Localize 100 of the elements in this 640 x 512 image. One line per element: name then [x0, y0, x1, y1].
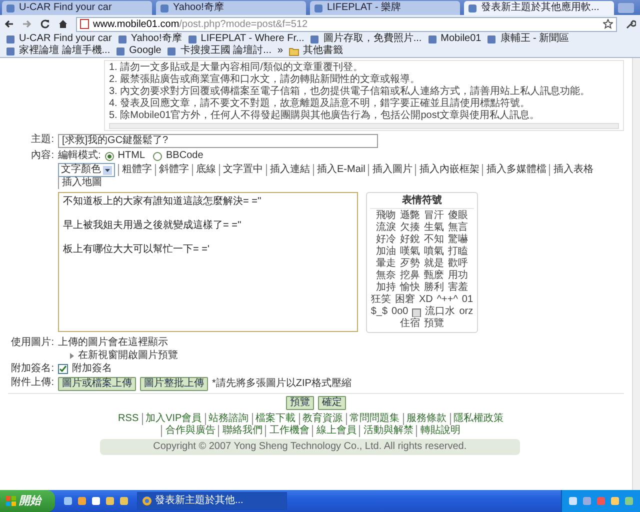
emoticon-link[interactable]: 好銳 — [400, 234, 420, 246]
emoticon-link[interactable]: 飛吻 — [376, 210, 396, 222]
emoticon-link[interactable]: 歡呼 — [448, 258, 468, 270]
upload-button[interactable]: 圖片或檔案上傳 — [58, 377, 136, 391]
footer-link[interactable]: 活動與解禁 — [359, 425, 414, 437]
subject-field[interactable]: [求救]我的GC鍵盤鬆了? — [58, 134, 378, 148]
footer-link[interactable]: 線上會員 — [312, 425, 356, 437]
toolbar-link[interactable]: 文字置中 — [219, 164, 263, 176]
emoticon-link[interactable]: 住宿 — [400, 318, 420, 330]
bookmark[interactable]: 康輔王 - 新聞區 — [484, 33, 572, 45]
radio-button[interactable] — [153, 152, 162, 160]
bookmark[interactable]: 家裡論壇 論壇手機... — [3, 45, 114, 57]
footer-link[interactable]: 隱私權政策 — [450, 413, 504, 425]
more-bookmarks-button[interactable]: » — [274, 45, 286, 57]
emoticon-link[interactable]: 欠揍 — [400, 222, 420, 234]
toolbar-link[interactable]: 粗體字 — [118, 164, 152, 176]
footer-link[interactable]: RSS — [118, 413, 139, 425]
toolbar-link[interactable]: 插入地圖 — [58, 177, 102, 189]
emoticon-link[interactable]: 甄麽 — [424, 270, 444, 282]
browser-tab[interactable]: LIFEPLAT - 樂牌 — [310, 1, 460, 15]
radio-button[interactable] — [104, 152, 114, 160]
emoticon-link[interactable]: 傻眼 — [448, 210, 468, 222]
form-button[interactable]: 預覽 — [286, 396, 314, 410]
emoticon-link[interactable]: 嘆氣 — [400, 246, 420, 258]
emoticon-link[interactable]: 預覽 — [424, 318, 444, 330]
address-bar[interactable]: www.mobile01.com/post.php?mode=post&f=512 — [76, 16, 617, 32]
emoticon-link[interactable]: 害羞 — [448, 282, 468, 294]
emoticon-link[interactable]: 愉快 — [400, 282, 420, 294]
checkbox[interactable] — [58, 364, 68, 374]
other-bookmarks[interactable]: 其他書籤 — [286, 45, 346, 57]
form-button[interactable]: 確定 — [318, 396, 346, 410]
emoticon-link[interactable]: 打瞌 — [448, 246, 468, 258]
bookmark[interactable]: 卡搜搜王國 論壇討... — [164, 45, 274, 57]
emoticon-link[interactable]: 好冷 — [376, 234, 396, 246]
footer-link[interactable]: 聯絡我們 — [218, 425, 262, 437]
wrench-icon[interactable] — [625, 18, 636, 30]
emoticon-link[interactable]: 遜斃 — [400, 210, 420, 222]
emoticon-link[interactable]: 0o0 — [392, 306, 408, 318]
emoticon-link[interactable]: 驚嚇 — [448, 234, 468, 246]
footer-link[interactable]: 加入VIP會員 — [142, 413, 202, 425]
text-area[interactable]: 不知道板上的大家有誰知道這該怎麼解決= ='' 早上被我姐夫用過之後就變成這樣了= ='' 板上有哪位大大可以幫忙一下= =' — [58, 192, 358, 332]
bookmark[interactable]: LIFEPLAT - Where Fr... — [184, 33, 308, 45]
reload-icon[interactable] — [40, 19, 50, 29]
emoticon-link[interactable]: 勝利 — [424, 282, 444, 294]
toolbar-link[interactable]: 插入表格 — [549, 164, 594, 176]
emoticon-link[interactable]: orz — [459, 306, 474, 318]
emoticon-link[interactable]: 困窘 — [394, 294, 415, 306]
emoticon-link[interactable]: 01 — [462, 294, 474, 306]
back-icon[interactable] — [4, 19, 14, 29]
footer-link[interactable]: 常問問題集 — [346, 413, 400, 425]
home-icon[interactable] — [58, 19, 68, 29]
horizontal-scrollbar[interactable] — [109, 123, 619, 129]
emoticon-link[interactable]: 用功 — [448, 270, 468, 282]
toolbar-link[interactable]: 插入圖片 — [368, 164, 412, 176]
toolbar-link[interactable]: 底線 — [192, 164, 216, 176]
footer-link[interactable]: 教育資源 — [298, 413, 343, 425]
taskbar-window-button[interactable]: 發表新主題於其他... — [137, 492, 287, 510]
upload-button[interactable]: 圖片整批上傳 — [140, 377, 208, 391]
toolbar-link[interactable]: 插入E-Mail — [313, 164, 366, 176]
forward-icon[interactable] — [22, 19, 32, 29]
emoticon-link[interactable]: 加持 — [376, 282, 396, 294]
color-dropdown[interactable]: 文字顏色 — [58, 163, 115, 177]
emoticon-link[interactable]: 狂笑 — [370, 294, 391, 306]
toolbar-link[interactable]: 插入多媒體檔 — [482, 164, 546, 176]
browser-tab[interactable]: 發表新主題於其他應用軟... — [464, 1, 614, 15]
emoticon-link[interactable]: 無言 — [448, 222, 468, 234]
emoticon-link[interactable]: 噴氣 — [424, 246, 444, 258]
bookmark[interactable]: Google — [113, 45, 164, 57]
emoticon-link[interactable]: 暈走 — [376, 258, 396, 270]
browser-tab[interactable]: U-CAR Find your car — [2, 1, 152, 15]
scrollbar[interactable] — [632, 58, 640, 490]
footer-link[interactable]: 轉貼說明 — [416, 425, 460, 437]
footer-link[interactable]: 工作機會 — [265, 425, 310, 437]
emoticon-link[interactable]: 流淚 — [376, 222, 396, 234]
emoticon-link[interactable]: 不知 — [424, 234, 444, 246]
footer-link[interactable]: 服務條款 — [402, 413, 447, 425]
emoticon-link[interactable]: $_$ — [370, 306, 388, 318]
bookmark[interactable]: Yahoo!奇摩 — [114, 33, 185, 45]
footer-link[interactable]: 站務諮詢 — [204, 413, 249, 425]
bookmark[interactable]: 圖片存取，免費照片... — [307, 33, 425, 45]
toolbar-link[interactable]: 插入內嵌框架 — [415, 164, 480, 176]
emoticon-link[interactable]: 就是 — [424, 258, 444, 270]
emoticon-link[interactable]: 流口水 — [425, 306, 456, 318]
toolbar-link[interactable]: 斜體字 — [155, 164, 189, 176]
emoticon-link[interactable]: 加油 — [376, 246, 396, 258]
footer-link[interactable]: 檔案下載 — [252, 413, 296, 425]
emoticon-link[interactable]: 冒汗 — [424, 210, 444, 222]
emoticon-link[interactable]: 生氣 — [424, 222, 444, 234]
toolbar-link[interactable]: 插入連結 — [266, 164, 310, 176]
emoticon-link[interactable]: ^++^ — [436, 294, 458, 306]
star-icon[interactable] — [603, 19, 613, 29]
bookmark[interactable]: U-CAR Find your car — [3, 33, 115, 45]
bookmark[interactable]: Mobile01 — [424, 33, 484, 45]
emoticon-link[interactable]: 挖鼻 — [400, 270, 420, 282]
emoticon-link[interactable]: XD — [418, 294, 433, 306]
preview-link[interactable]: 在新視窗開啟圖片預覽 — [78, 350, 178, 362]
emoticon-link[interactable]: 歹勢 — [400, 258, 420, 270]
emoticon-icon[interactable] — [412, 308, 422, 316]
footer-link[interactable]: 合作與廣告 — [161, 425, 216, 437]
browser-tab[interactable]: Yahoo!奇摩 — [156, 1, 306, 15]
